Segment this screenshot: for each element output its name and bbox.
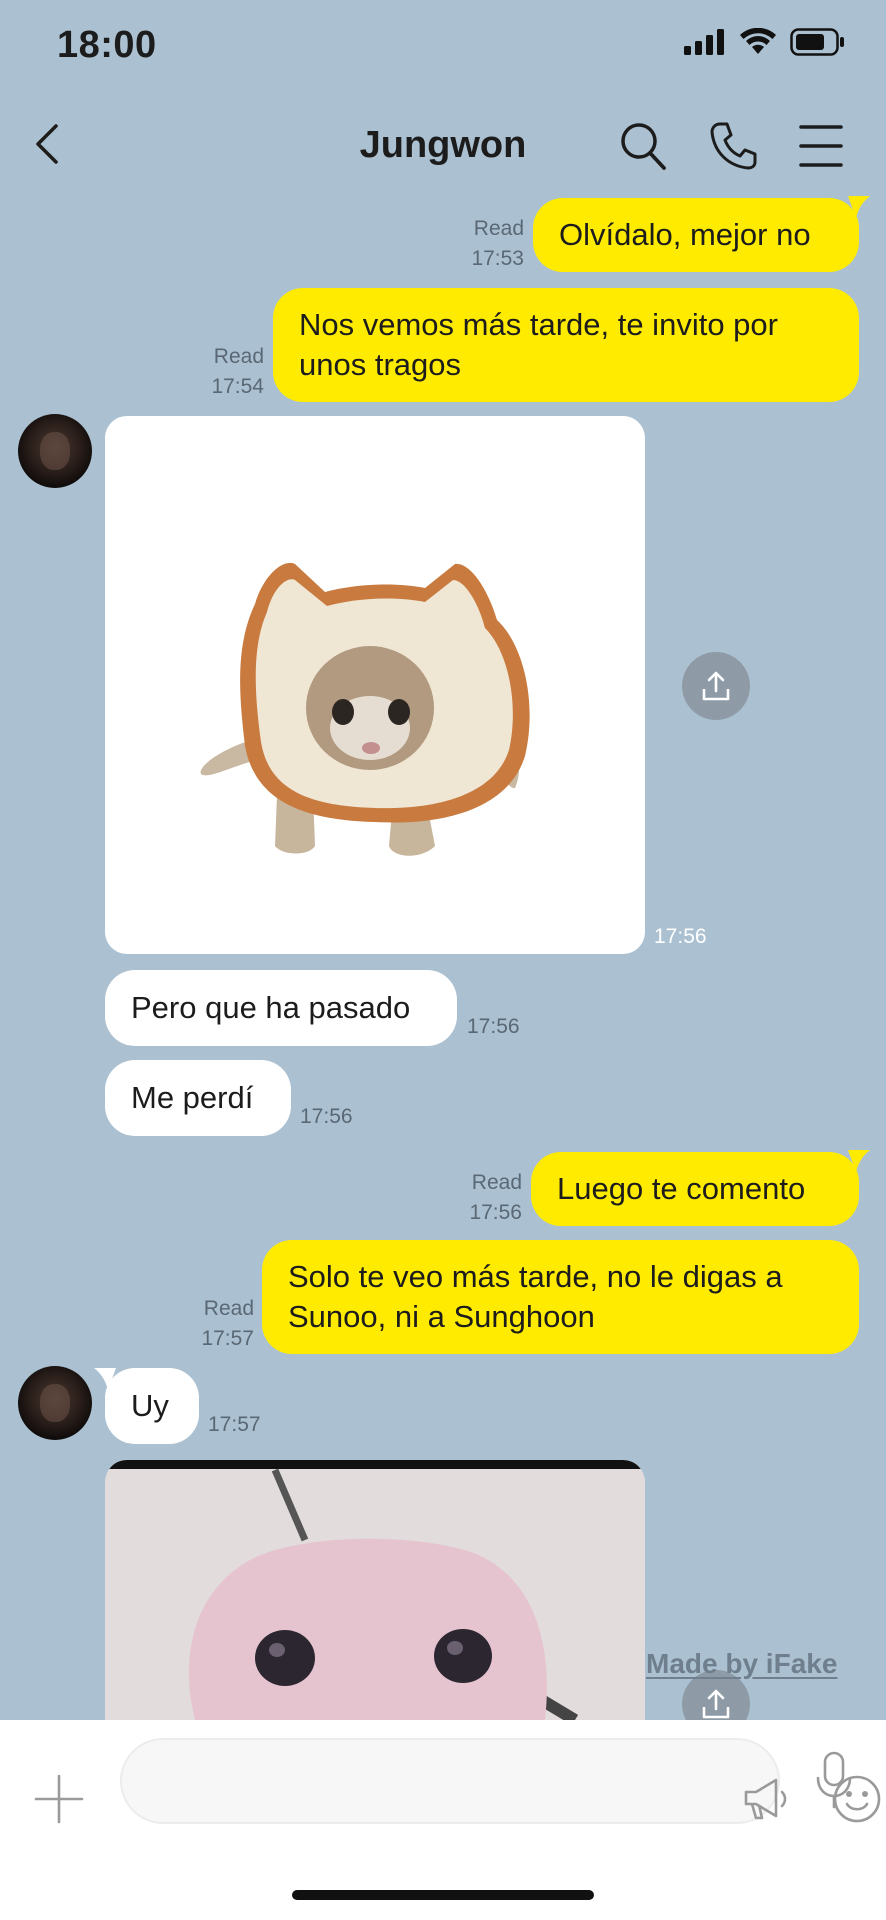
bread-cat-picture xyxy=(200,562,530,856)
message-text: Uy xyxy=(131,1388,169,1423)
read-receipt: Read xyxy=(213,345,264,368)
message-bubble-outgoing[interactable]: Solo te veo más tarde, no le digas a Sun… xyxy=(262,1240,859,1354)
message-text: Me perdí xyxy=(131,1080,254,1115)
avatar[interactable] xyxy=(18,1366,92,1440)
message-bubble-incoming[interactable]: Me perdí xyxy=(105,1060,291,1136)
message-text-field[interactable] xyxy=(148,1740,622,1824)
status-time: 18:00 xyxy=(57,24,157,66)
message-text: Pero que ha pasado xyxy=(131,990,411,1025)
message-text: Solo te veo más tarde, no le digas a Sun… xyxy=(288,1259,783,1334)
message-meta: Read 17:54 xyxy=(180,342,264,402)
battery-icon xyxy=(790,28,844,56)
contact-name: Jungwon xyxy=(359,124,527,166)
message-time: 17:56 xyxy=(300,1105,353,1128)
message-time: 17:56 xyxy=(654,925,707,948)
sticker-image-pink-creature[interactable] xyxy=(105,1460,645,1720)
wifi-icon xyxy=(740,28,776,54)
avatar[interactable] xyxy=(18,414,92,488)
read-receipt: Read xyxy=(471,1171,522,1194)
share-icon xyxy=(702,671,730,701)
message-text: Luego te comento xyxy=(557,1171,806,1206)
sticker-image-bread-cat[interactable] xyxy=(105,416,645,954)
menu-icon[interactable] xyxy=(798,122,844,170)
phone-icon[interactable] xyxy=(708,120,758,172)
message-bubble-outgoing[interactable]: Nos vemos más tarde, te invito por unos … xyxy=(273,288,859,402)
status-icons xyxy=(684,28,846,56)
message-text: Olvídalo, mejor no xyxy=(559,217,811,252)
share-button[interactable] xyxy=(682,652,750,720)
home-indicator xyxy=(292,1890,594,1900)
message-meta: Read 17:56 xyxy=(438,1168,522,1228)
message-time: 17:53 xyxy=(471,247,524,270)
read-receipt: Read xyxy=(473,217,524,240)
bubble-tail xyxy=(848,196,870,218)
megaphone-icon[interactable] xyxy=(740,1774,788,1824)
status-bar: 18:00 xyxy=(0,0,886,95)
message-meta: Read 17:57 xyxy=(170,1294,254,1354)
read-receipt: Read xyxy=(203,1297,254,1320)
watermark: Made by iFake xyxy=(646,1648,838,1679)
message-time: 17:57 xyxy=(208,1413,261,1436)
message-text: Nos vemos más tarde, te invito por unos … xyxy=(299,307,778,382)
message-time: 17:57 xyxy=(201,1327,254,1350)
message-bubble-incoming[interactable]: Uy xyxy=(105,1368,199,1444)
plus-icon[interactable] xyxy=(34,1774,84,1824)
message-time: 17:54 xyxy=(211,375,264,398)
bubble-tail xyxy=(848,1150,870,1172)
share-icon xyxy=(702,1689,730,1719)
message-input-bar xyxy=(0,1720,886,1920)
message-bubble-incoming[interactable]: Pero que ha pasado xyxy=(105,970,457,1046)
message-input[interactable] xyxy=(120,1738,881,1824)
pink-creature-picture xyxy=(105,1460,645,1720)
chat-header: Jungwon xyxy=(0,100,886,192)
signal-icon xyxy=(684,29,724,55)
message-bubble-outgoing[interactable]: Luego te comento xyxy=(531,1152,859,1226)
search-icon[interactable] xyxy=(618,120,668,172)
microphone-icon[interactable] xyxy=(814,1750,854,1810)
message-bubble-outgoing[interactable]: Olvídalo, mejor no xyxy=(533,198,859,272)
message-time: 17:56 xyxy=(469,1201,522,1224)
message-time: 17:56 xyxy=(467,1015,520,1038)
message-meta: Read 17:53 xyxy=(440,214,524,274)
